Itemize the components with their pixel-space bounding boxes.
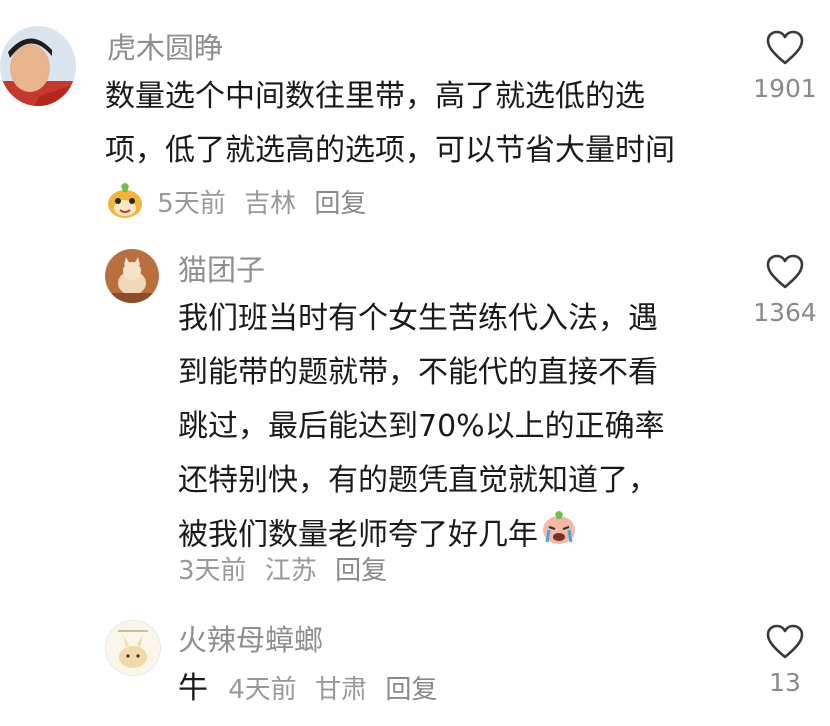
comment-text-line: 跳过，最后能达到70%以上的正确率 — [178, 409, 665, 444]
comment-text-fragment: 被我们数量老师夸了好几年 — [178, 517, 538, 553]
username[interactable]: 猫团子 — [178, 252, 265, 288]
comment-meta: 3天前 江苏 回复 — [178, 554, 397, 588]
comment-text-line: 我们班当时有个女生苦练代入法，遇 — [178, 301, 658, 336]
cartoon-bunny-avatar-icon — [106, 621, 160, 675]
heart-outline-icon — [766, 254, 804, 289]
heart-outline-icon — [766, 624, 804, 659]
crying-face-emoji-icon — [540, 508, 578, 564]
heart-outline-icon — [766, 30, 804, 65]
avatar[interactable] — [105, 620, 161, 676]
username[interactable]: 虎木圆睁 — [107, 30, 223, 66]
like-count: 1901 — [753, 74, 817, 103]
comment-time: 3天前 — [178, 556, 247, 586]
comment-text: 我们班当时有个女生苦练代入法，遇 到能带的题就带，不能代的直接不看 跳过，最后能… — [178, 292, 665, 564]
comment-text: 数量选个中间数往里带，高了就选低的选 项，低了就选高的选项，可以节省大量时间 — [105, 70, 675, 178]
like-count: 13 — [769, 668, 801, 697]
comment-text-line: 到能带的题就带，不能代的直接不看 — [178, 355, 658, 390]
like-button[interactable]: 1364 — [745, 254, 825, 330]
like-count: 1364 — [753, 298, 817, 327]
like-button[interactable]: 1901 — [745, 30, 825, 106]
comment-time: 4天前 — [228, 675, 297, 705]
reply-button[interactable]: 回复 — [335, 556, 387, 586]
like-button[interactable]: 13 — [745, 624, 825, 700]
username[interactable]: 火辣母蟑螂 — [178, 622, 323, 658]
avatar[interactable] — [105, 249, 159, 303]
comment-text-line: 项，低了就选高的选项，可以节省大量时间 — [105, 133, 675, 168]
comment-time: 5天前 — [157, 189, 226, 219]
reply-button[interactable]: 回复 — [385, 675, 437, 705]
comment-text: 牛 — [178, 671, 208, 706]
comment-meta: 5天前 吉林 回复 — [105, 180, 376, 229]
avatar[interactable] — [0, 26, 76, 106]
cat-avatar-icon — [105, 249, 159, 303]
comment-text-line: 还特别快，有的题凭直觉就知道了， — [178, 463, 658, 498]
comment-meta: 牛 4天前 甘肃 回复 — [178, 672, 447, 707]
comment-location: 甘肃 — [315, 675, 368, 705]
reply-button[interactable]: 回复 — [314, 189, 366, 219]
comment-location: 吉林 — [244, 189, 297, 219]
user-photo-avatar-icon — [0, 26, 76, 106]
comment-location: 江苏 — [264, 556, 317, 586]
comment-text-line: 数量选个中间数往里带，高了就选低的选 — [105, 79, 645, 114]
yellow-mascot-emoji-icon — [105, 180, 145, 229]
